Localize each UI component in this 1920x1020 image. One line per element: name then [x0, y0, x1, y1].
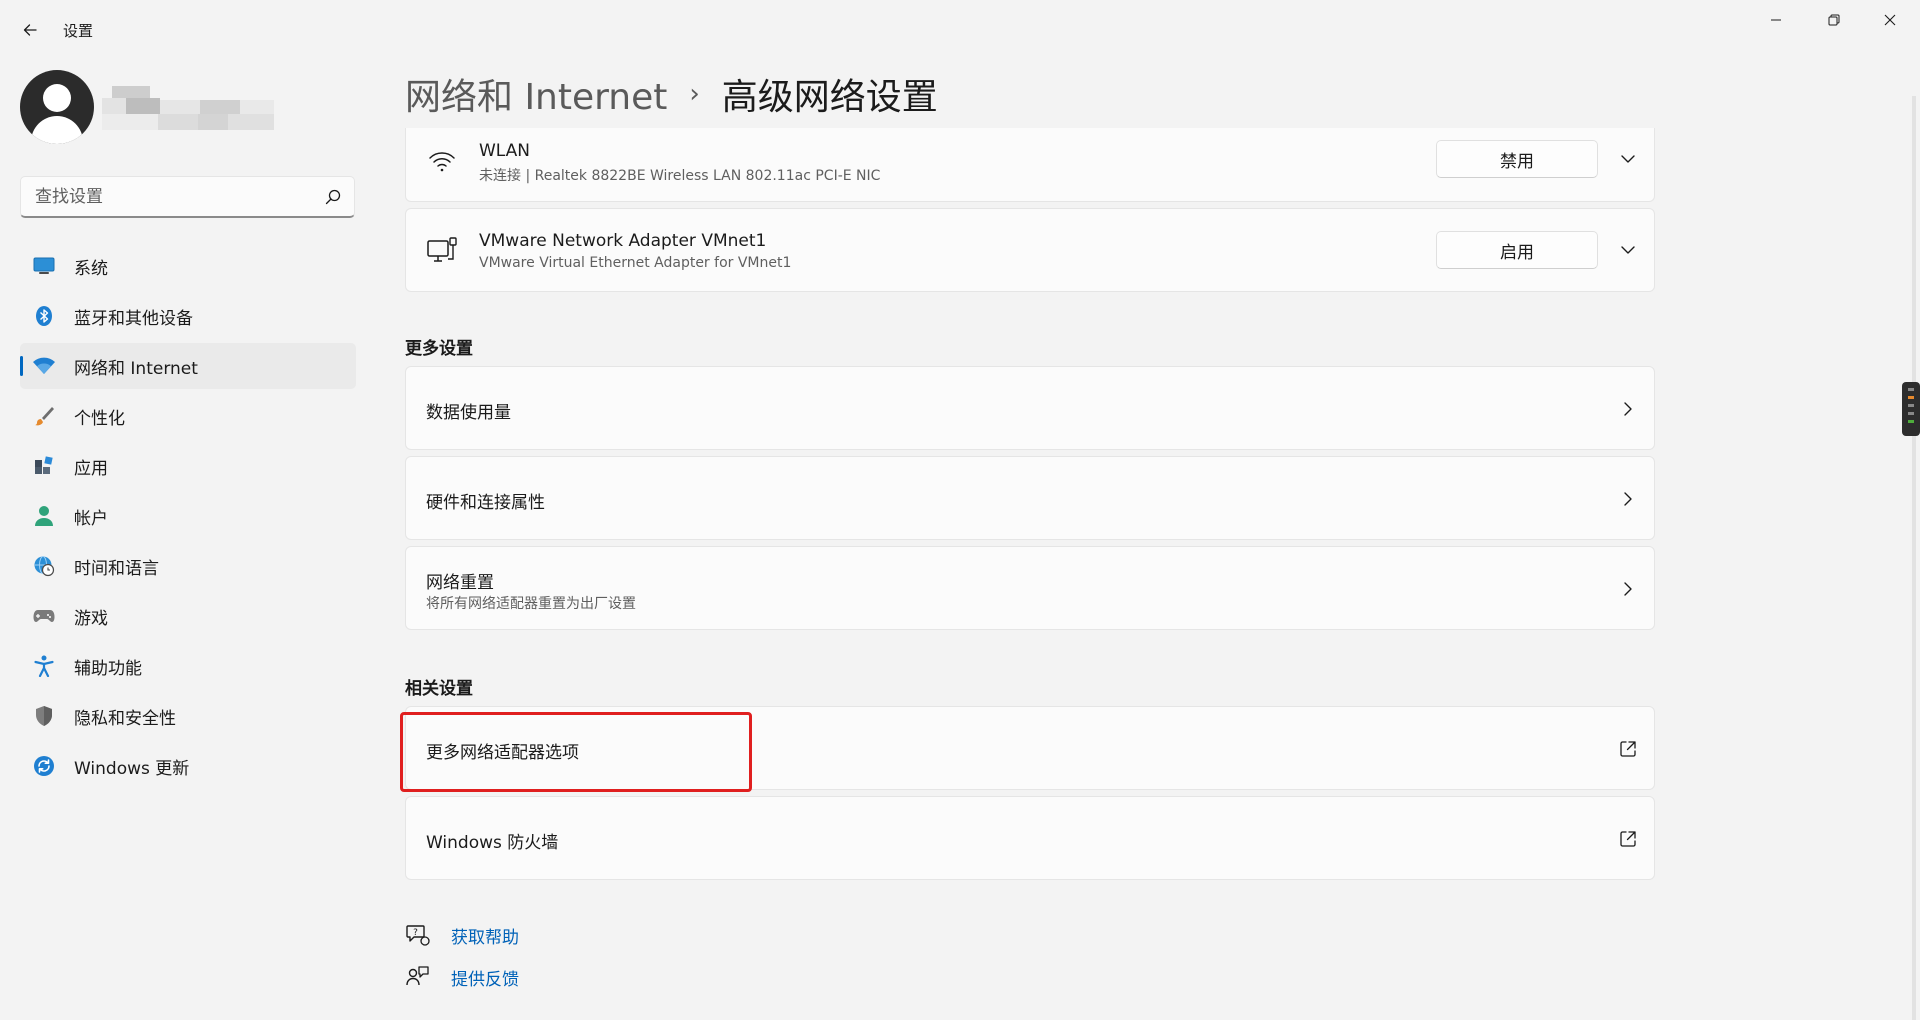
brush-icon: [32, 404, 56, 428]
sidebar-item-label: 个性化: [74, 408, 125, 429]
sidebar-item-apps[interactable]: 应用: [20, 443, 356, 489]
external-link-icon: [1616, 827, 1640, 851]
sidebar-item-label: 应用: [74, 458, 108, 479]
sidebar-item-label: 隐私和安全性: [74, 708, 176, 729]
disable-adapter-button[interactable]: 禁用: [1436, 140, 1598, 178]
back-arrow-icon: [23, 24, 37, 36]
windows-firewall-row[interactable]: Windows 防火墙: [405, 796, 1655, 880]
sidebar-item-label: 系统: [74, 258, 108, 279]
adapter-card-vmware: VMware Network Adapter VMnet1 VMware Vir…: [405, 208, 1655, 292]
sidebar-item-label: 游戏: [74, 608, 108, 629]
gamepad-icon: [32, 604, 56, 628]
adapter-description: VMware Virtual Ethernet Adapter for VMne…: [479, 255, 792, 271]
search-icon[interactable]: [324, 188, 342, 206]
apps-icon: [32, 454, 56, 478]
chevron-right-icon: [1616, 577, 1640, 601]
expand-adapter-button[interactable]: [1614, 145, 1642, 173]
shield-icon: [32, 704, 56, 728]
globe-clock-icon: [32, 554, 56, 578]
accessibility-icon: [32, 654, 56, 678]
user-name-blurred: [102, 86, 274, 130]
sidebar-item-system[interactable]: 系统: [20, 243, 356, 289]
expand-adapter-button[interactable]: [1614, 236, 1642, 264]
ethernet-adapter-icon: [427, 237, 457, 262]
sidebar-item-label: 帐户: [74, 508, 108, 529]
give-feedback-link[interactable]: 提供反馈: [405, 962, 519, 992]
chevron-right-icon: [1616, 397, 1640, 421]
get-help-link[interactable]: ? 获取帮助: [405, 920, 519, 950]
section-header-more-settings: 更多设置: [405, 339, 473, 359]
wifi-icon: [429, 152, 455, 172]
sidebar-item-gaming[interactable]: 游戏: [20, 593, 356, 639]
sidebar-item-personalization[interactable]: 个性化: [20, 393, 356, 439]
get-help-label: 获取帮助: [451, 927, 519, 948]
scrollbar-thumb[interactable]: [1902, 382, 1920, 436]
title-bar: 设置: [0, 0, 1920, 60]
sidebar-nav: 系统 蓝牙和其他设备 网络和 Internet 个性化 应用 帐户 时间和语言 …: [20, 243, 356, 793]
breadcrumb-parent[interactable]: 网络和 Internet: [405, 68, 667, 120]
section-header-related-settings: 相关设置: [405, 679, 473, 699]
page-title: 高级网络设置: [721, 77, 938, 118]
app-title: 设置: [63, 22, 94, 40]
account-icon: [32, 504, 56, 528]
sidebar-item-bluetooth[interactable]: 蓝牙和其他设备: [20, 293, 356, 339]
wifi-icon: [32, 354, 56, 378]
user-profile[interactable]: [20, 68, 360, 148]
close-button[interactable]: [1862, 0, 1918, 40]
sidebar-item-time-language[interactable]: 时间和语言: [20, 543, 356, 589]
chevron-down-icon: [1621, 246, 1635, 254]
system-icon: [32, 254, 56, 278]
sidebar-item-label: 辅助功能: [74, 658, 142, 679]
restore-icon: [1828, 14, 1840, 26]
sidebar-item-privacy-security[interactable]: 隐私和安全性: [20, 693, 356, 739]
sidebar-item-label: 蓝牙和其他设备: [74, 308, 193, 329]
sidebar-item-label: Windows 更新: [74, 758, 190, 779]
row-subtitle: 将所有网络适配器重置为出厂设置: [426, 596, 636, 612]
search-box[interactable]: [20, 176, 355, 218]
adapter-card-wlan: WLAN 未连接 | Realtek 8822BE Wireless LAN 8…: [405, 128, 1655, 202]
data-usage-row[interactable]: 数据使用量: [405, 366, 1655, 450]
back-button[interactable]: [14, 14, 46, 46]
help-chat-icon: ?: [406, 925, 430, 946]
more-adapter-options-row[interactable]: 更多网络适配器选项: [405, 706, 1655, 790]
row-title: 硬件和连接属性: [426, 493, 545, 513]
update-icon: [32, 754, 56, 778]
adapter-description: 未连接 | Realtek 8822BE Wireless LAN 802.11…: [479, 168, 881, 184]
svg-text:?: ?: [413, 928, 418, 938]
sidebar-item-accounts[interactable]: 帐户: [20, 493, 356, 539]
breadcrumb-separator: ›: [689, 79, 700, 109]
sidebar-item-network[interactable]: 网络和 Internet: [20, 343, 356, 389]
bluetooth-icon: [32, 304, 56, 328]
row-title: 网络重置: [426, 573, 494, 593]
chevron-down-icon: [1621, 155, 1635, 163]
adapter-name: WLAN: [479, 141, 531, 161]
avatar: [20, 70, 94, 144]
row-title: 更多网络适配器选项: [426, 743, 579, 763]
sidebar-item-accessibility[interactable]: 辅助功能: [20, 643, 356, 689]
network-reset-row[interactable]: 网络重置 将所有网络适配器重置为出厂设置: [405, 546, 1655, 630]
row-title: Windows 防火墙: [426, 833, 559, 853]
search-input[interactable]: [33, 185, 324, 208]
close-icon: [1884, 14, 1896, 26]
scrollbar-track[interactable]: [1912, 96, 1916, 1020]
sidebar-item-label: 网络和 Internet: [74, 358, 198, 379]
give-feedback-label: 提供反馈: [451, 969, 519, 990]
chevron-right-icon: [1616, 487, 1640, 511]
hardware-properties-row[interactable]: 硬件和连接属性: [405, 456, 1655, 540]
row-title: 数据使用量: [426, 403, 511, 423]
feedback-icon: [406, 966, 429, 986]
restore-button[interactable]: [1806, 0, 1862, 40]
minimize-icon: [1771, 19, 1781, 21]
sidebar-item-windows-update[interactable]: Windows 更新: [20, 743, 356, 789]
enable-adapter-button[interactable]: 启用: [1436, 231, 1598, 269]
minimize-button[interactable]: [1748, 0, 1804, 40]
breadcrumb: 网络和 Internet › 高级网络设置: [405, 68, 938, 120]
adapter-name: VMware Network Adapter VMnet1: [479, 231, 767, 251]
sidebar-item-label: 时间和语言: [74, 558, 159, 579]
external-link-icon: [1616, 737, 1640, 761]
